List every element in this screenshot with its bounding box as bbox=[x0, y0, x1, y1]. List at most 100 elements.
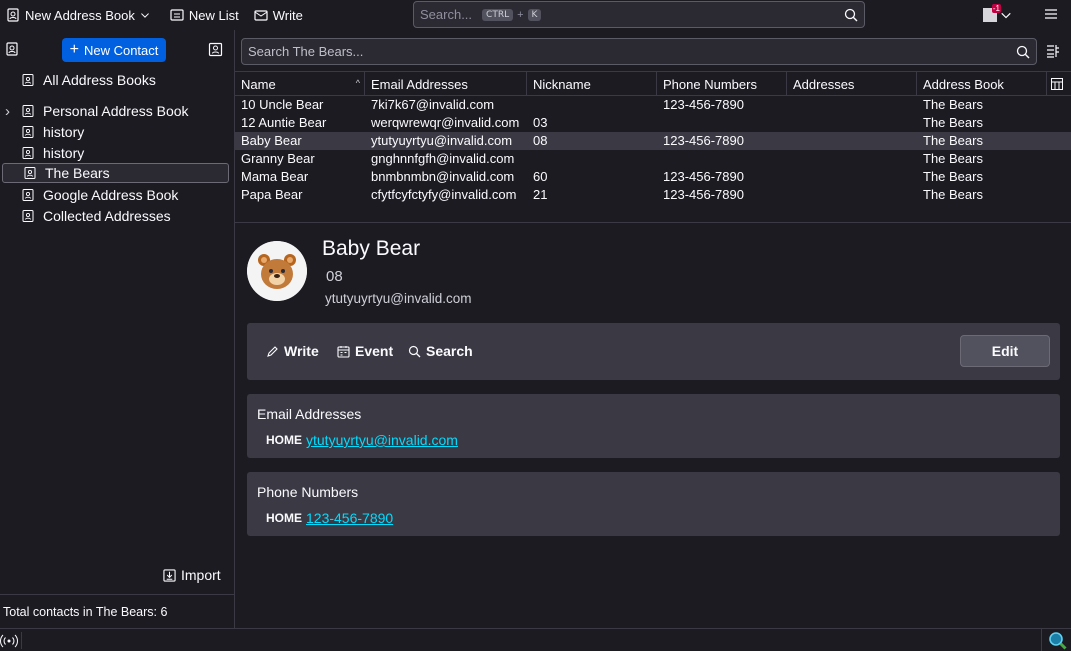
address-book-icon bbox=[22, 126, 34, 138]
envelope-icon bbox=[254, 8, 268, 22]
contact-actions-bar: Write Event Search Edit bbox=[247, 323, 1060, 380]
online-status-icon[interactable] bbox=[0, 632, 22, 649]
address-book-icon bbox=[22, 210, 34, 222]
address-book-icon bbox=[24, 167, 36, 179]
column-header-address-book[interactable]: Address Book bbox=[917, 72, 1047, 96]
cell-address-book: The Bears bbox=[923, 115, 983, 130]
cell-email: bnmbnmbn@invalid.com bbox=[371, 169, 515, 184]
sidebar-item-the-bears[interactable]: The Bears bbox=[2, 163, 229, 183]
search-action-label: Search bbox=[426, 343, 473, 359]
sidebar-item-personal-address-book[interactable]: › Personal Address Book bbox=[0, 101, 229, 121]
main-toolbar: New Address Book New List Write Search..… bbox=[0, 0, 1071, 30]
import-label: Import bbox=[181, 567, 221, 583]
new-address-book-button[interactable]: New Address Book bbox=[0, 3, 156, 27]
sidebar-item-label: history bbox=[43, 124, 85, 140]
chevron-right-icon[interactable]: › bbox=[0, 103, 18, 120]
list-view-options-icon[interactable] bbox=[1046, 44, 1060, 58]
import-icon bbox=[163, 568, 176, 582]
new-address-book-label: New Address Book bbox=[25, 7, 135, 23]
email-addresses-section: Email Addresses HOME ytutyuyrtyu@invalid… bbox=[247, 394, 1060, 458]
table-row[interactable]: Granny Bear gnghnnfgfh@invalid.com The B… bbox=[235, 150, 1071, 168]
cell-name: Papa Bear bbox=[241, 187, 303, 202]
column-label: Email Addresses bbox=[371, 76, 468, 92]
column-label: Address Book bbox=[923, 76, 1004, 92]
sidebar-item-label: Google Address Book bbox=[43, 187, 179, 203]
cell-phone: 123-456-7890 bbox=[663, 169, 744, 184]
cell-phone: 123-456-7890 bbox=[663, 133, 744, 148]
cell-name: 10 Uncle Bear bbox=[241, 97, 324, 112]
sidebar-item-label: Personal Address Book bbox=[43, 103, 189, 119]
contacts-search-input[interactable]: Search The Bears... bbox=[241, 38, 1037, 65]
chevron-down-icon bbox=[1000, 9, 1012, 21]
search-icon bbox=[1016, 45, 1030, 59]
column-label: Phone Numbers bbox=[663, 76, 757, 92]
account-icon: -1 bbox=[983, 4, 1001, 22]
column-header-name[interactable]: Name ^ bbox=[235, 72, 365, 96]
sort-ascending-icon: ^ bbox=[355, 78, 360, 88]
pencil-icon bbox=[266, 345, 279, 358]
app-menu-icon[interactable] bbox=[1044, 7, 1058, 21]
list-icon bbox=[170, 8, 184, 22]
sidebar-item-collected-addresses[interactable]: Collected Addresses bbox=[0, 206, 229, 226]
event-action-button[interactable]: Event bbox=[337, 343, 393, 359]
cell-nickname: 03 bbox=[533, 115, 548, 130]
sidebar-item-label: history bbox=[43, 145, 85, 161]
account-menu-button[interactable]: -1 bbox=[983, 4, 1019, 24]
column-header-nickname[interactable]: Nickname bbox=[527, 72, 657, 96]
section-title: Email Addresses bbox=[257, 406, 362, 422]
new-list-button[interactable]: New List bbox=[164, 3, 245, 27]
column-header-phone[interactable]: Phone Numbers bbox=[657, 72, 787, 96]
table-row[interactable]: 12 Auntie Bear werqwrewqr@invalid.com 03… bbox=[235, 114, 1071, 132]
contact-name: Baby Bear bbox=[322, 237, 421, 260]
cell-email: werqwrewqr@invalid.com bbox=[371, 115, 520, 130]
event-action-label: Event bbox=[355, 343, 394, 359]
search-icon bbox=[844, 8, 858, 22]
column-header-addresses[interactable]: Addresses bbox=[787, 72, 917, 96]
write-action-button[interactable]: Write bbox=[266, 343, 319, 359]
contact-nickname: 08 bbox=[326, 268, 343, 285]
edit-contact-button[interactable]: Edit bbox=[960, 335, 1050, 367]
table-row[interactable]: Baby Bear ytutyuyrtyu@invalid.com 08 123… bbox=[235, 132, 1071, 150]
status-divider bbox=[1041, 629, 1042, 651]
contact-email: ytutyuyrtyu@invalid.com bbox=[325, 291, 472, 306]
cell-nickname: 60 bbox=[533, 169, 548, 184]
address-book-icon bbox=[22, 189, 34, 201]
sidebar-item-history[interactable]: history bbox=[0, 143, 229, 163]
column-header-email[interactable]: Email Addresses bbox=[365, 72, 527, 96]
cell-name: 12 Auntie Bear bbox=[241, 115, 327, 130]
write-label: Write bbox=[272, 7, 303, 23]
phone-link[interactable]: 123-456-7890 bbox=[306, 510, 393, 526]
cell-email: 7ki7k67@invalid.com bbox=[371, 97, 495, 112]
import-button[interactable]: Import bbox=[163, 567, 221, 583]
chevron-down-icon bbox=[140, 10, 150, 20]
column-label: Nickname bbox=[533, 76, 591, 92]
address-book-icon bbox=[22, 74, 34, 86]
search-action-button[interactable]: Search bbox=[408, 343, 473, 359]
calendar-icon bbox=[337, 345, 350, 358]
cell-name: Granny Bear bbox=[241, 151, 315, 166]
cell-address-book: The Bears bbox=[923, 97, 983, 112]
address-book-icon bbox=[6, 8, 20, 22]
sidebar-item-history[interactable]: history bbox=[0, 122, 229, 142]
cell-email: gnghnnfgfh@invalid.com bbox=[371, 151, 515, 166]
table-row[interactable]: 10 Uncle Bear 7ki7k67@invalid.com 123-45… bbox=[235, 96, 1071, 114]
address-book-icon[interactable] bbox=[5, 42, 19, 56]
table-row[interactable]: Mama Bear bnmbnmbn@invalid.com 60 123-45… bbox=[235, 168, 1071, 186]
pane-splitter[interactable] bbox=[235, 222, 1071, 223]
new-contact-button[interactable]: + New Contact bbox=[62, 38, 166, 62]
sidebar-item-google-address-book[interactable]: Google Address Book bbox=[0, 185, 229, 205]
sidebar-menu-icon[interactable] bbox=[208, 42, 223, 57]
email-link[interactable]: ytutyuyrtyu@invalid.com bbox=[306, 432, 458, 448]
shortcut-plus: + bbox=[517, 8, 524, 21]
global-search-input[interactable]: Search... CTRL + K bbox=[413, 1, 865, 28]
cell-address-book: The Bears bbox=[923, 151, 983, 166]
shortcut-k-key: K bbox=[527, 8, 542, 21]
sidebar-item-all-address-books[interactable]: All Address Books bbox=[0, 70, 229, 90]
cell-email: ytutyuyrtyu@invalid.com bbox=[371, 133, 513, 148]
table-row[interactable]: Papa Bear cfytfcyfctyfy@invalid.com 21 1… bbox=[235, 186, 1071, 204]
write-button[interactable]: Write bbox=[248, 3, 309, 27]
bear-face-icon bbox=[247, 241, 307, 301]
column-picker-icon[interactable] bbox=[1051, 78, 1063, 90]
new-contact-label: New Contact bbox=[83, 42, 159, 58]
activity-magnifier-icon[interactable] bbox=[1048, 631, 1067, 650]
